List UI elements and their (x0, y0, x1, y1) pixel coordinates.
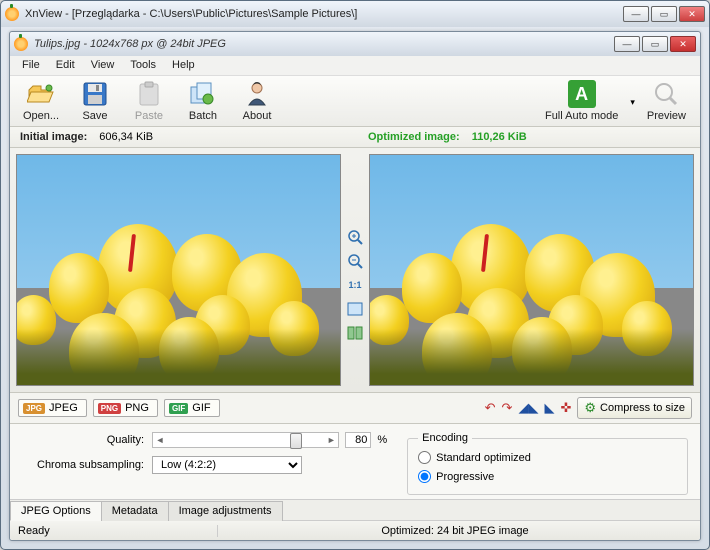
inner-title: Tulips.jpg - 1024x768 px @ 24bit JPEG (28, 38, 614, 50)
fit-icon[interactable] (346, 300, 364, 318)
encoding-legend: Encoding (418, 432, 472, 444)
options-panel: Quality: ◄ ► % Chroma subsampling: Low (… (10, 424, 700, 499)
format-png-tab[interactable]: PNGPNG (93, 399, 158, 417)
menu-edit[interactable]: Edit (48, 56, 83, 75)
initial-value: 606,34 KiB (99, 131, 153, 143)
menu-file[interactable]: File (14, 56, 48, 75)
close-button[interactable]: ✕ (679, 6, 705, 22)
inner-close-button[interactable]: ✕ (670, 36, 696, 52)
slider-right-arrow[interactable]: ► (324, 435, 338, 445)
progressive-radio[interactable] (418, 470, 431, 483)
png-badge-icon: PNG (98, 403, 121, 414)
optimized-label: Optimized image: (368, 131, 460, 143)
auto-dropdown[interactable]: ▾ (624, 97, 641, 122)
floppy-icon (81, 80, 109, 108)
slider-thumb[interactable] (290, 433, 302, 449)
quality-slider[interactable]: ◄ ► (152, 432, 339, 448)
outer-titlebar[interactable]: XnView - [Przeglądarka - C:\Users\Public… (1, 1, 709, 27)
batch-button[interactable]: Batch (180, 80, 226, 122)
optimized-value: 110,26 KiB (472, 131, 527, 143)
gif-badge-icon: GIF (169, 403, 188, 414)
layout-icon[interactable] (346, 324, 364, 342)
inner-maximize-button[interactable]: ▭ (642, 36, 668, 52)
doc-icon (14, 37, 28, 51)
menu-view[interactable]: View (83, 56, 123, 75)
tab-metadata[interactable]: Metadata (101, 501, 169, 521)
zoom-out-icon[interactable] (346, 252, 364, 270)
standard-radio[interactable] (418, 451, 431, 464)
flip-horizontal-icon[interactable]: ◢◣ (518, 400, 538, 416)
menubar: File Edit View Tools Help (10, 56, 700, 76)
preview-area: 1:1 (10, 148, 700, 392)
paste-button: Paste (126, 80, 172, 122)
percent-label: % (377, 434, 387, 446)
batch-icon (189, 80, 217, 108)
zoom-1to1-icon[interactable]: 1:1 (346, 276, 364, 294)
inner-window: Tulips.jpg - 1024x768 px @ 24bit JPEG — … (9, 31, 701, 541)
outer-window: XnView - [Przeglądarka - C:\Users\Public… (0, 0, 710, 550)
flip-vertical-icon[interactable]: ◣ (544, 400, 554, 416)
auto-icon: A (568, 80, 596, 108)
maximize-button[interactable]: ▭ (651, 6, 677, 22)
rotate-right-icon[interactable]: ↷ (502, 400, 513, 416)
tab-image-adjustments[interactable]: Image adjustments (168, 501, 283, 521)
clipboard-icon (135, 80, 163, 108)
bottom-tabs: JPEG Options Metadata Image adjustments (10, 499, 700, 520)
statusbar: Ready Optimized: 24 bit JPEG image (10, 520, 700, 540)
outer-title: XnView - [Przeglądarka - C:\Users\Public… (19, 8, 623, 20)
status-ready: Ready (18, 525, 218, 537)
toolbar: Open... Save Paste Batch About A Full A (10, 76, 700, 127)
encoding-fieldset: Encoding Standard optimized Progressive (407, 432, 688, 495)
original-image-panel[interactable] (16, 154, 341, 386)
rotate-left-icon[interactable]: ↶ (485, 400, 496, 416)
optimized-image-panel[interactable] (369, 154, 694, 386)
save-button[interactable]: Save (72, 80, 118, 122)
zoom-in-icon[interactable] (346, 228, 364, 246)
compress-to-size-button[interactable]: ⚙Compress to size (577, 397, 692, 419)
open-button[interactable]: Open... (18, 80, 64, 122)
size-bar: Initial image: 606,34 KiB Optimized imag… (10, 127, 700, 148)
slider-left-arrow[interactable]: ◄ (153, 435, 167, 445)
format-bar: JPGJPEG PNGPNG GIFGIF ↶ ↷ ◢◣ ◣ ✜ ⚙Compre… (10, 392, 700, 424)
magnifier-icon (652, 80, 680, 108)
chroma-label: Chroma subsampling: (22, 459, 152, 471)
app-icon (5, 7, 19, 21)
quality-input[interactable] (345, 432, 371, 448)
zoom-tools: 1:1 (341, 154, 369, 386)
encoding-progressive-row[interactable]: Progressive (418, 467, 677, 486)
jpeg-badge-icon: JPG (23, 403, 45, 414)
folder-open-icon (27, 80, 55, 108)
inner-titlebar[interactable]: Tulips.jpg - 1024x768 px @ 24bit JPEG — … (10, 32, 700, 56)
about-button[interactable]: About (234, 80, 280, 122)
chroma-select[interactable]: Low (4:2:2) (152, 456, 302, 474)
preview-button: Preview (641, 80, 692, 122)
gear-icon: ⚙ (584, 400, 596, 416)
format-gif-tab[interactable]: GIFGIF (164, 399, 220, 417)
quality-label: Quality: (22, 434, 152, 446)
status-optimized: Optimized: 24 bit JPEG image (218, 525, 692, 537)
format-jpeg-tab[interactable]: JPGJPEG (18, 399, 87, 417)
inner-minimize-button[interactable]: — (614, 36, 640, 52)
menu-tools[interactable]: Tools (122, 56, 164, 75)
menu-help[interactable]: Help (164, 56, 203, 75)
person-icon (243, 80, 271, 108)
crop-icon[interactable]: ✜ (560, 400, 571, 416)
encoding-standard-row[interactable]: Standard optimized (418, 448, 677, 467)
minimize-button[interactable]: — (623, 6, 649, 22)
initial-label: Initial image: (20, 131, 87, 143)
full-auto-mode-button[interactable]: A Full Auto mode (539, 80, 624, 122)
tab-jpeg-options[interactable]: JPEG Options (10, 501, 102, 521)
